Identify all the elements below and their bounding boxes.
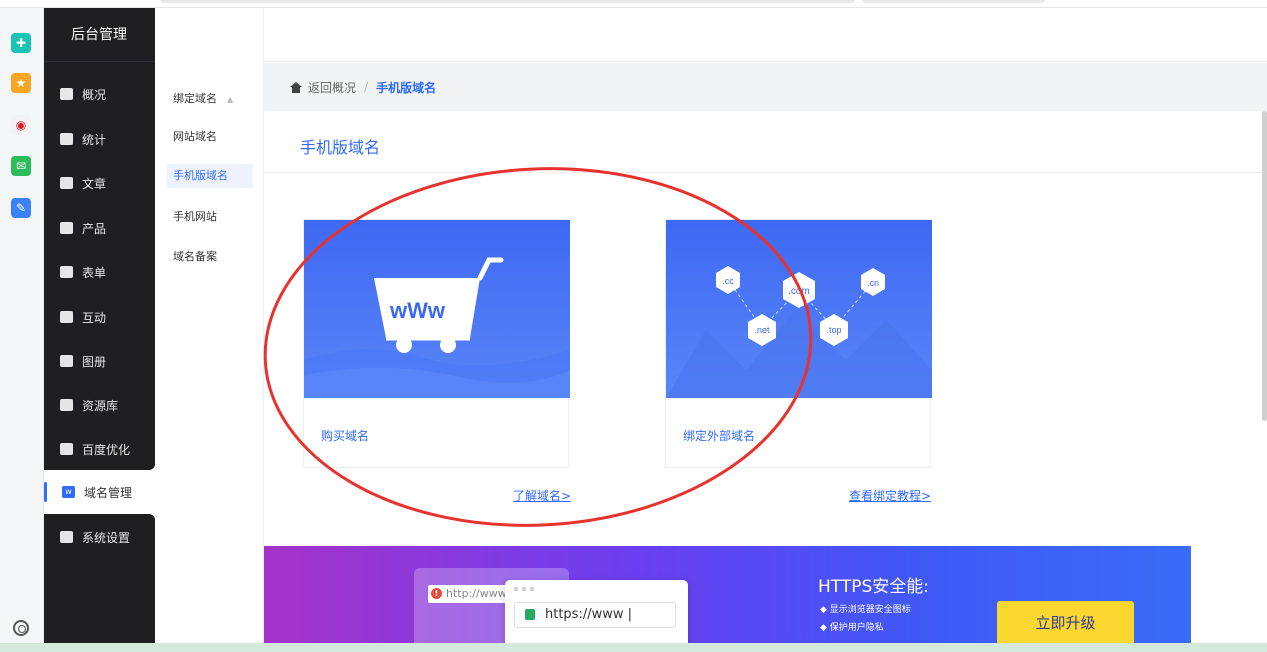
bind-external-domain-label: 绑定外部域名	[683, 429, 756, 443]
sidebar-item-label: 域名管理	[84, 485, 133, 500]
https-upgrade-banner[interactable]: ! http://www https://www | HTTPS安全能: ◆ 显…	[264, 546, 1191, 652]
main-sidebar: 后台管理 概况 统计 文章 产品 表单 互动 图册 资源库 百度优化	[44, 8, 155, 470]
warning-icon: !	[431, 588, 442, 599]
sidebar-item-label: 文章	[82, 176, 107, 191]
sidebar-item-interaction[interactable]: 互动	[44, 302, 155, 332]
buy-domain-card[interactable]: wWw 购买域名	[303, 219, 570, 468]
domain-tag-cc: .cc	[722, 276, 734, 286]
page-title: 手机版域名	[300, 138, 381, 157]
banner-bullet: ◆ 保护用户隐私	[820, 623, 884, 633]
domain-tag-com: .com	[788, 286, 810, 297]
chevron-up-icon: ▲	[227, 95, 234, 104]
sub-navigation: 绑定域名 ▲ 网站域名 手机版域名 手机网站 域名备案	[155, 8, 264, 652]
old-url-text: http://www	[446, 587, 507, 600]
sidebar-item-system-settings[interactable]: 系统设置	[44, 522, 155, 552]
form-icon	[60, 266, 73, 278]
baidu-icon	[60, 443, 73, 455]
sidebar-item-article[interactable]: 文章	[44, 168, 155, 198]
top-header	[155, 8, 1267, 62]
buy-domain-label: 购买域名	[321, 429, 370, 443]
plus-app-icon[interactable]: ✚	[11, 33, 31, 53]
chat-icon	[60, 311, 73, 323]
home-icon	[290, 81, 302, 93]
mail-app-icon[interactable]: ✉	[11, 156, 31, 176]
binding-tutorial-link[interactable]: 查看绑定教程>	[849, 487, 931, 504]
subnav-group-bind-domain[interactable]: 绑定域名 ▲	[173, 90, 233, 106]
banner-bullet: ◆ 显示浏览器安全图标	[820, 605, 911, 615]
upgrade-now-button[interactable]: 立即升级	[997, 601, 1134, 645]
window-dots-icon	[514, 587, 534, 591]
article-icon	[60, 177, 73, 189]
subnav-item-mobile-domain[interactable]: 手机版域名	[167, 164, 253, 188]
svg-text:wWw: wWw	[389, 298, 446, 323]
sidebar-item-label: 概况	[82, 87, 107, 102]
domain-tag-top: .top	[826, 325, 841, 335]
sidebar-item-overview[interactable]: 概况	[44, 79, 155, 109]
banner-bullet-text: 保护用户隐私	[829, 623, 884, 633]
breadcrumb-separator: /	[364, 80, 369, 94]
sidebar-item-form[interactable]: 表单	[44, 257, 155, 287]
breadcrumb-current: 手机版域名	[376, 80, 437, 95]
title-divider	[264, 172, 1267, 173]
subnav-item-domain-filing[interactable]: 域名备案	[167, 245, 247, 269]
search-bar-edge	[862, 0, 1045, 3]
shopping-cart-illustration: wWw	[304, 220, 570, 398]
star-app-icon[interactable]: ★	[11, 73, 31, 93]
sidebar-title: 后台管理	[44, 8, 155, 62]
banner-bullet-text: 显示浏览器安全图标	[829, 605, 911, 615]
secure-url-bar: https://www |	[514, 602, 676, 628]
browser-top-bar	[0, 0, 1267, 8]
breadcrumb-back-link[interactable]: 返回概况	[308, 79, 356, 96]
database-icon	[60, 399, 73, 411]
gear-icon	[60, 531, 73, 543]
sidebar-item-label: 系统设置	[82, 530, 131, 545]
sidebar-item-label: 资源库	[82, 398, 119, 413]
sidebar-item-label: 互动	[82, 310, 107, 325]
scrollbar[interactable]	[1262, 111, 1267, 421]
home-icon	[60, 88, 73, 100]
secure-url-text: https://www |	[545, 607, 633, 622]
domain-tag-cn: .cn	[867, 278, 879, 288]
subnav-item-mobile-site[interactable]: 手机网站	[167, 205, 247, 229]
sidebar-item-label: 百度优化	[82, 442, 131, 457]
product-icon	[60, 222, 73, 234]
browser-app-strip: ✚ ★ ◉ ✉ ✎	[0, 8, 44, 652]
address-bar-edge	[160, 0, 855, 3]
breadcrumb: 返回概况 / 手机版域名	[264, 63, 1267, 111]
album-icon	[60, 355, 73, 367]
chart-icon	[60, 133, 73, 145]
weibo-app-icon[interactable]: ◉	[11, 115, 31, 135]
secure-browser-window: https://www |	[505, 580, 688, 652]
domain-network-illustration: .cc .com .cn .net .top	[666, 220, 932, 398]
sidebar-item-baidu-seo[interactable]: 百度优化	[44, 434, 155, 464]
sidebar-item-resources[interactable]: 资源库	[44, 390, 155, 420]
sidebar-item-stats[interactable]: 统计	[44, 124, 155, 154]
subnav-item-site-domain[interactable]: 网站域名	[167, 125, 247, 149]
banner-title: HTTPS安全能:	[818, 577, 930, 597]
learn-domain-link[interactable]: 了解域名>	[513, 487, 571, 504]
bind-external-domain-card[interactable]: .cc .com .cn .net .top 绑定外部域名	[665, 219, 932, 468]
sidebar-item-label: 统计	[82, 132, 107, 147]
active-indicator	[44, 482, 47, 502]
sidebar-item-label: 产品	[82, 221, 107, 236]
subnav-group-label: 绑定域名	[173, 92, 217, 105]
sidebar-lower: 系统设置	[44, 514, 155, 652]
domain-icon: w	[62, 486, 75, 498]
sidebar-item-label: 图册	[82, 354, 107, 369]
notes-app-icon[interactable]: ✎	[11, 198, 31, 218]
taskbar-strip	[0, 643, 1267, 652]
sidebar-item-domain-management[interactable]: w 域名管理	[44, 477, 155, 507]
sidebar-item-product[interactable]: 产品	[44, 213, 155, 243]
lock-icon	[525, 609, 535, 620]
settings-icon[interactable]	[13, 620, 29, 636]
domain-tag-net: .net	[754, 325, 770, 335]
sidebar-item-album[interactable]: 图册	[44, 346, 155, 376]
sidebar-item-label: 表单	[82, 265, 107, 280]
